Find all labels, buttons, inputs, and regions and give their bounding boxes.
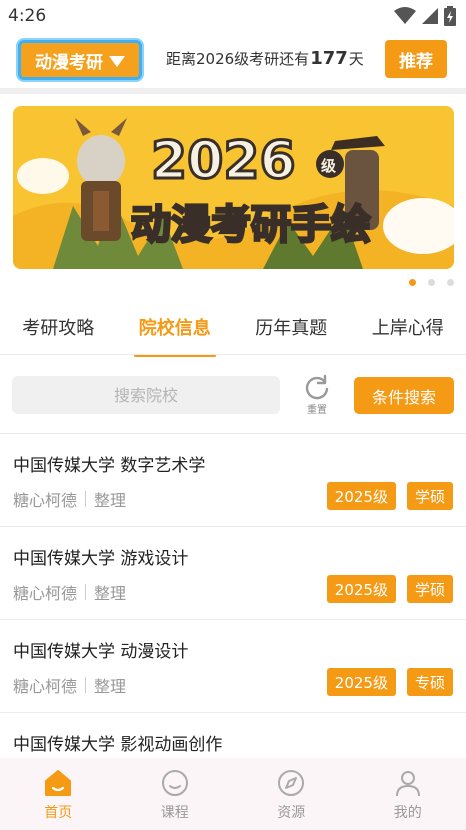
reset-label: 重置 <box>307 405 327 416</box>
banner-title: 动漫考研手绘 <box>131 202 371 248</box>
nav-label: 首页 <box>44 805 73 821</box>
item-role: 整理 <box>94 677 127 696</box>
countdown-prefix: 距离2026级考研还有 <box>166 50 310 68</box>
nav-mine[interactable]: 我的 <box>350 758 466 830</box>
status-time: 4:26 <box>8 6 47 26</box>
degree-tag: 学硕 <box>406 482 453 510</box>
item-title: 中国传媒大学 影视动画创作 <box>13 735 223 755</box>
nav-courses[interactable]: 课程 <box>117 758 234 830</box>
item-author: 糖心柯德 <box>13 491 78 510</box>
promo-banner[interactable]: 2026 级 动漫考研手绘 <box>13 106 454 269</box>
item-tags: 2025级 专硕 <box>326 668 453 696</box>
list-item[interactable]: 中国传媒大学 游戏设计 糖心柯德 整理 2025级 学硕 <box>0 527 466 620</box>
nav-label: 资源 <box>277 805 306 821</box>
item-author: 糖心柯德 <box>13 584 78 603</box>
year-tag: 2025级 <box>326 575 396 603</box>
battery-icon <box>444 6 456 26</box>
carousel-dot[interactable] <box>409 279 416 286</box>
item-tags: 2025级 学硕 <box>326 482 453 510</box>
tab-strategy[interactable]: 考研攻略 <box>0 306 117 354</box>
school-list: 中国传媒大学 数字艺术学 糖心柯德 整理 2025级 学硕 中国传媒大学 游戏设… <box>0 434 466 806</box>
exam-countdown: 距离2026级考研还有 177 天 <box>166 48 364 69</box>
nav-home[interactable]: 首页 <box>0 758 117 830</box>
list-item[interactable]: 中国传媒大学 数字艺术学 糖心柯德 整理 2025级 学硕 <box>0 434 466 527</box>
banner-year: 2026 <box>151 131 296 191</box>
signal-icon <box>422 8 438 24</box>
item-author: 糖心柯德 <box>13 677 78 696</box>
carousel-dot[interactable] <box>428 279 435 286</box>
search-row: 重置 条件搜索 <box>0 372 466 422</box>
item-role: 整理 <box>94 584 127 603</box>
item-meta: 糖心柯德 整理 <box>13 673 126 697</box>
item-title: 中国传媒大学 动漫设计 <box>13 642 189 662</box>
nav-label: 我的 <box>393 805 422 821</box>
item-title: 中国传媒大学 游戏设计 <box>13 549 189 569</box>
list-item[interactable]: 中国传媒大学 动漫设计 糖心柯德 整理 2025级 专硕 <box>0 620 466 713</box>
category-tabs: 考研攻略 院校信息 历年真题 上岸心得 <box>0 306 466 357</box>
year-tag: 2025级 <box>326 668 396 696</box>
home-icon <box>45 770 72 796</box>
item-meta: 糖心柯德 整理 <box>13 487 126 511</box>
degree-tag: 专硕 <box>406 668 453 696</box>
banner-illustration: 2026 级 动漫考研手绘 <box>13 106 454 269</box>
smile-icon <box>161 770 188 796</box>
nav-resources[interactable]: 资源 <box>233 758 350 830</box>
item-tags: 2025级 学硕 <box>326 575 453 603</box>
item-title: 中国传媒大学 数字艺术学 <box>13 456 206 476</box>
user-icon <box>395 771 420 797</box>
carousel-indicator <box>409 279 454 286</box>
banner-year-suffix: 级 <box>321 157 337 175</box>
tab-experience[interactable]: 上岸心得 <box>350 306 466 354</box>
refresh-icon <box>305 374 329 400</box>
school-search-input[interactable] <box>12 376 280 414</box>
reset-button[interactable]: 重置 <box>300 374 334 420</box>
carousel-dot[interactable] <box>447 279 454 286</box>
status-bar: 4:26 <box>0 0 466 34</box>
countdown-days: 177 <box>310 48 348 69</box>
meta-separator <box>85 491 87 507</box>
meta-separator <box>85 677 87 693</box>
countdown-suffix: 天 <box>348 50 364 68</box>
item-meta: 糖心柯德 整理 <box>13 580 126 604</box>
app-header: 动漫考研 距离2026级考研还有 177 天 推荐 <box>0 34 466 86</box>
brand-label: 动漫考研 <box>35 52 103 73</box>
recommend-button[interactable]: 推荐 <box>385 40 447 78</box>
header-divider <box>0 88 466 94</box>
degree-tag: 学硕 <box>406 575 453 603</box>
chevron-down-icon <box>109 55 125 67</box>
tabs-divider <box>0 354 466 355</box>
brand-dropdown-button[interactable]: 动漫考研 <box>18 40 142 80</box>
status-icons <box>394 6 456 26</box>
compass-icon <box>278 770 305 796</box>
year-tag: 2025级 <box>326 482 396 510</box>
filter-search-button[interactable]: 条件搜索 <box>354 377 454 414</box>
item-role: 整理 <box>94 491 127 510</box>
wifi-icon <box>394 7 416 24</box>
bottom-navigation: 首页 课程 资源 我的 <box>0 758 466 830</box>
tab-past-exams[interactable]: 历年真题 <box>233 306 350 354</box>
meta-separator <box>85 584 87 600</box>
tab-school-info[interactable]: 院校信息 <box>117 306 234 357</box>
nav-label: 课程 <box>160 805 189 821</box>
